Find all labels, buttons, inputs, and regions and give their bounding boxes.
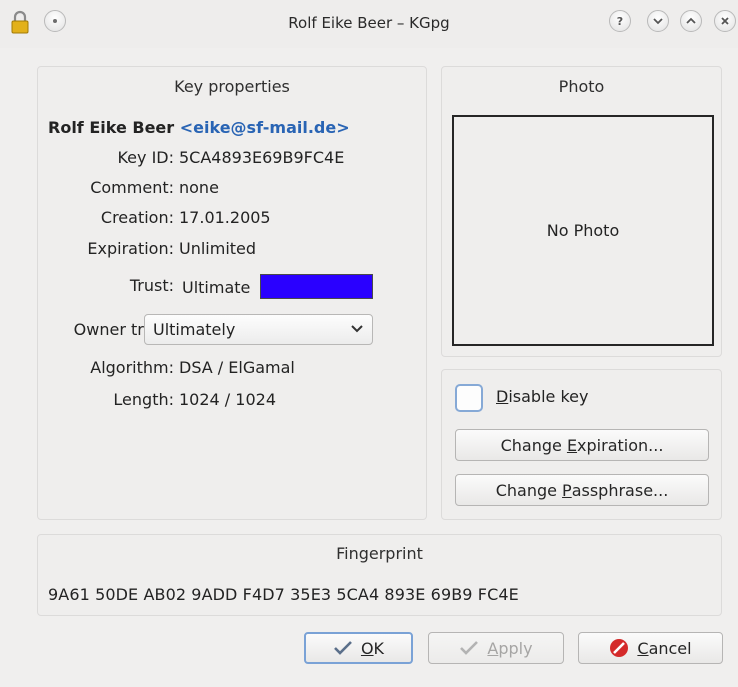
photo-group: Photo No Photo: [441, 66, 722, 357]
cancel-icon: [610, 639, 629, 657]
help-button[interactable]: ?: [609, 10, 631, 32]
ok-button[interactable]: OK: [304, 632, 413, 664]
close-icon: [721, 17, 729, 25]
photo-frame[interactable]: No Photo: [452, 115, 714, 346]
title-bar: Rolf Eike Beer – KGpg ?: [0, 0, 738, 48]
no-photo-text: No Photo: [546, 221, 620, 240]
disable-key-checkbox[interactable]: [455, 384, 483, 412]
fingerprint-value: 9A61 50DE AB02 9ADD F4D7 35E3 5CA4 893E …: [48, 585, 519, 604]
close-button[interactable]: [714, 10, 736, 32]
photo-header: Photo: [558, 77, 605, 96]
fingerprint-header: Fingerprint: [336, 544, 423, 563]
key-properties-overlay: Ultimately: [0, 66, 427, 520]
owner-trust-combo[interactable]: Ultimately: [144, 314, 373, 345]
owner-trust-selected: Ultimately: [153, 320, 236, 339]
disable-key-label[interactable]: Disable key: [496, 387, 588, 406]
chevron-down-icon: [653, 18, 663, 25]
check-icon: [460, 641, 479, 655]
help-icon: ?: [616, 14, 624, 28]
chevron-up-icon: [686, 17, 696, 24]
cancel-button[interactable]: Cancel: [578, 632, 723, 664]
maximize-button[interactable]: [680, 10, 702, 32]
change-expiration-button[interactable]: Change Expiration...: [455, 429, 709, 461]
key-actions-group: Disable key Change Expiration... Change …: [441, 369, 722, 520]
check-icon: [334, 641, 352, 655]
apply-button[interactable]: Apply: [428, 632, 564, 664]
minimize-button[interactable]: [647, 10, 669, 32]
chevron-down-icon: [351, 325, 363, 333]
trust-color-swatch: [260, 274, 373, 299]
change-passphrase-button[interactable]: Change Passphrase...: [455, 474, 709, 506]
